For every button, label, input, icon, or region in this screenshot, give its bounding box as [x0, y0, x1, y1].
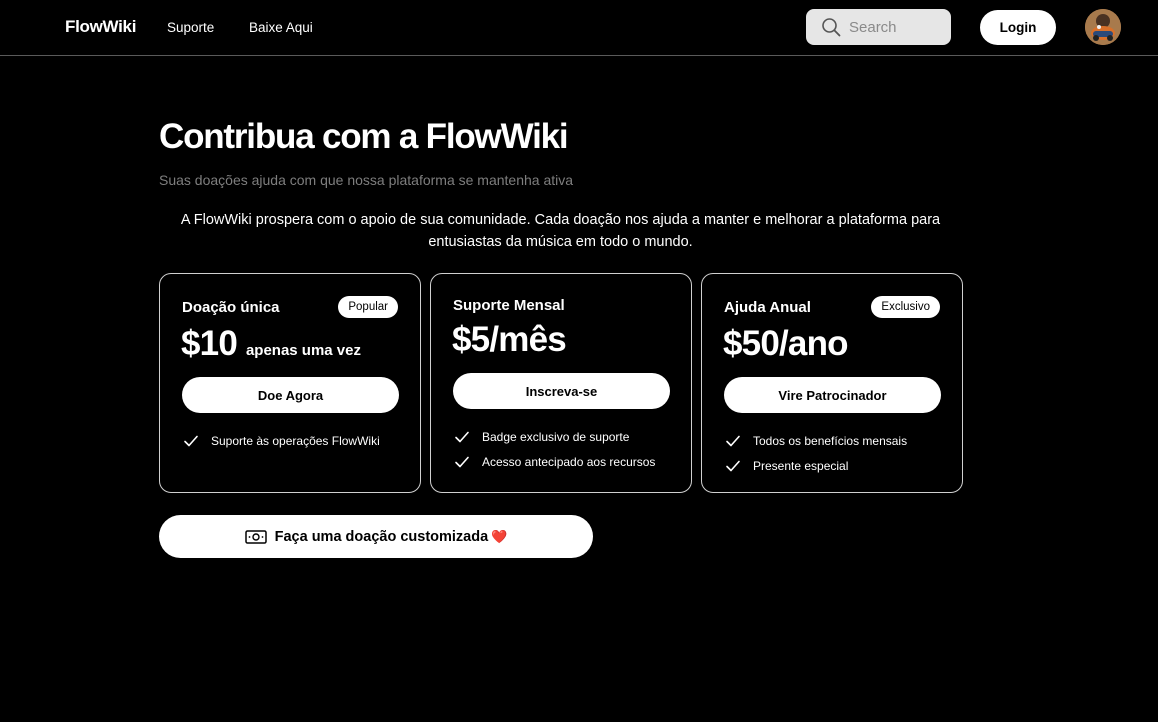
custom-donation-button[interactable]: Faça uma doação customizada ❤️: [159, 515, 593, 558]
plan-badge: Popular: [338, 296, 398, 318]
search-input[interactable]: [849, 9, 945, 45]
check-icon: [455, 456, 469, 468]
plan-price: $50/ano: [723, 324, 849, 363]
plan-title: Doação única: [182, 299, 280, 316]
check-icon: [455, 431, 469, 443]
avatar[interactable]: [1085, 9, 1121, 45]
nav-link-suporte[interactable]: Suporte: [167, 20, 214, 35]
nav-link-baixe-aqui[interactable]: Baixe Aqui: [249, 20, 313, 35]
donate-now-button[interactable]: Doe Agora: [182, 377, 399, 413]
page-subtitle: Suas doações ajuda com que nossa platafo…: [159, 172, 574, 188]
feature-list: Badge exclusivo de suporte Acesso anteci…: [453, 424, 655, 475]
feature-item: Presente especial: [724, 454, 907, 480]
plan-badge: Exclusivo: [871, 296, 940, 318]
check-icon: [726, 460, 740, 472]
feature-label: Suporte às operações FlowWiki: [211, 433, 380, 448]
plan-card-annual: Ajuda Anual Exclusivo $50/ano Vire Patro…: [701, 273, 963, 493]
plan-price: $10 apenas uma vez: [181, 324, 361, 364]
feature-label: Presente especial: [753, 459, 849, 474]
plan-card-monthly: Suporte Mensal $5/mês Inscreva-se Badge …: [430, 273, 692, 493]
feature-item: Suporte às operações FlowWiki: [182, 428, 380, 454]
plan-title: Suporte Mensal: [453, 297, 565, 314]
login-button[interactable]: Login: [980, 10, 1056, 45]
check-icon: [726, 435, 740, 447]
feature-item: Todos os benefícios mensais: [724, 428, 907, 454]
check-icon: [184, 435, 198, 447]
price-value: $10: [181, 324, 238, 363]
subscribe-button[interactable]: Inscreva-se: [453, 373, 670, 409]
search-icon: [822, 18, 841, 37]
feature-item: Badge exclusivo de suporte: [453, 424, 655, 450]
feature-label: Badge exclusivo de suporte: [482, 429, 630, 444]
feature-list: Todos os benefícios mensais Presente esp…: [724, 428, 907, 479]
avatar-image: [1085, 9, 1121, 45]
price-note: apenas uma vez: [245, 342, 361, 359]
feature-item: Acesso antecipado aos recursos: [453, 450, 655, 476]
plan-price: $5/mês: [452, 320, 567, 359]
become-sponsor-button[interactable]: Vire Patrocinador: [724, 377, 941, 413]
page-title: Contribua com a FlowWiki: [159, 117, 569, 156]
brand-logo[interactable]: FlowWiki: [65, 17, 136, 37]
feature-label: Acesso antecipado aos recursos: [482, 455, 656, 470]
intro-text: A FlowWiki prospera com o apoio de sua c…: [180, 212, 941, 250]
top-nav-bar: FlowWiki Suporte Baixe Aqui Login: [0, 0, 1158, 56]
plan-title: Ajuda Anual: [724, 299, 811, 316]
money-icon: [244, 529, 267, 544]
plan-card-single: Doação única Popular $10 apenas uma vez …: [159, 273, 421, 493]
custom-donation-label: Faça uma doação customizada: [274, 528, 489, 545]
feature-label: Todos os benefícios mensais: [753, 433, 908, 448]
search-box[interactable]: [806, 9, 951, 45]
heart-emoji: ❤️: [491, 528, 508, 544]
feature-list: Suporte às operações FlowWiki: [182, 428, 380, 454]
